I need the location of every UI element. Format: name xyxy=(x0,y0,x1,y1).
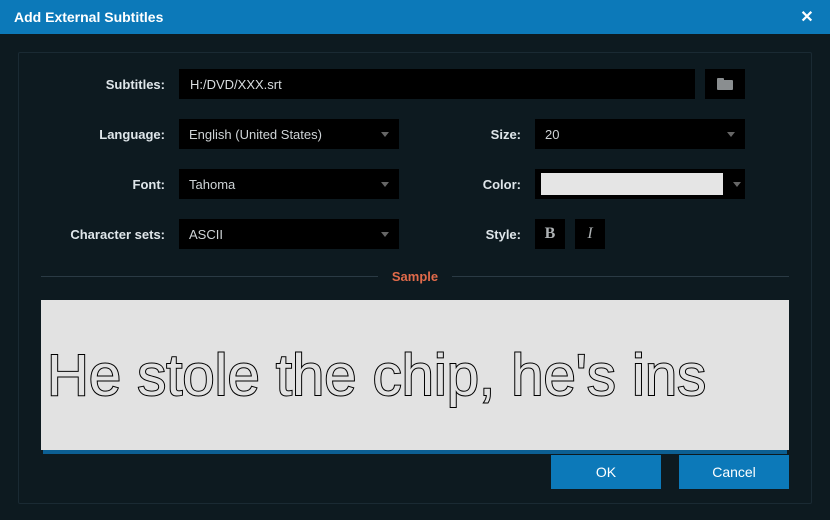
bold-button[interactable]: B xyxy=(535,219,565,249)
subtitles-path-input[interactable] xyxy=(179,69,695,99)
chevron-down-icon xyxy=(381,232,389,237)
language-dropdown[interactable]: English (United States) xyxy=(179,119,399,149)
dialog-body: Subtitles: Language: English (United Sta… xyxy=(0,34,830,520)
sample-text: He stole the chip, he's ins xyxy=(47,342,706,409)
label-language: Language: xyxy=(41,127,171,142)
size-value: 20 xyxy=(545,127,559,142)
dialog-window: Add External Subtitles ✕ Subtitles: Lang… xyxy=(0,0,830,520)
color-swatch xyxy=(541,173,723,195)
label-charsets: Character sets: xyxy=(41,227,171,242)
size-dropdown[interactable]: 20 xyxy=(535,119,745,149)
subtitles-row xyxy=(179,69,745,99)
separator-line xyxy=(41,276,378,277)
dialog-footer: OK Cancel xyxy=(551,455,789,489)
separator-line xyxy=(452,276,789,277)
chevron-down-icon xyxy=(727,132,735,137)
folder-icon xyxy=(717,78,733,90)
chevron-down-icon xyxy=(381,182,389,187)
label-color: Color: xyxy=(407,177,527,192)
window-title: Add External Subtitles xyxy=(14,9,163,25)
dialog-inner: Subtitles: Language: English (United Sta… xyxy=(18,52,812,504)
label-subtitles: Subtitles: xyxy=(41,77,171,92)
sample-separator: Sample xyxy=(41,269,789,284)
close-icon[interactable]: ✕ xyxy=(798,7,816,27)
font-value: Tahoma xyxy=(189,177,235,192)
titlebar: Add External Subtitles ✕ xyxy=(0,0,830,34)
sample-preview: He stole the chip, he's ins xyxy=(41,300,789,450)
label-font: Font: xyxy=(41,177,171,192)
ok-button[interactable]: OK xyxy=(551,455,661,489)
charsets-dropdown[interactable]: ASCII xyxy=(179,219,399,249)
color-picker[interactable] xyxy=(535,169,745,199)
cancel-button[interactable]: Cancel xyxy=(679,455,789,489)
browse-button[interactable] xyxy=(705,69,745,99)
sample-heading: Sample xyxy=(378,269,452,284)
chevron-down-icon xyxy=(733,182,741,187)
form-grid: Subtitles: Language: English (United Sta… xyxy=(41,69,789,249)
charsets-value: ASCII xyxy=(189,227,223,242)
label-size: Size: xyxy=(407,127,527,142)
font-dropdown[interactable]: Tahoma xyxy=(179,169,399,199)
italic-button[interactable]: I xyxy=(575,219,605,249)
language-value: English (United States) xyxy=(189,127,322,142)
style-button-row: B I xyxy=(535,219,745,249)
chevron-down-icon xyxy=(381,132,389,137)
label-style: Style: xyxy=(407,227,527,242)
